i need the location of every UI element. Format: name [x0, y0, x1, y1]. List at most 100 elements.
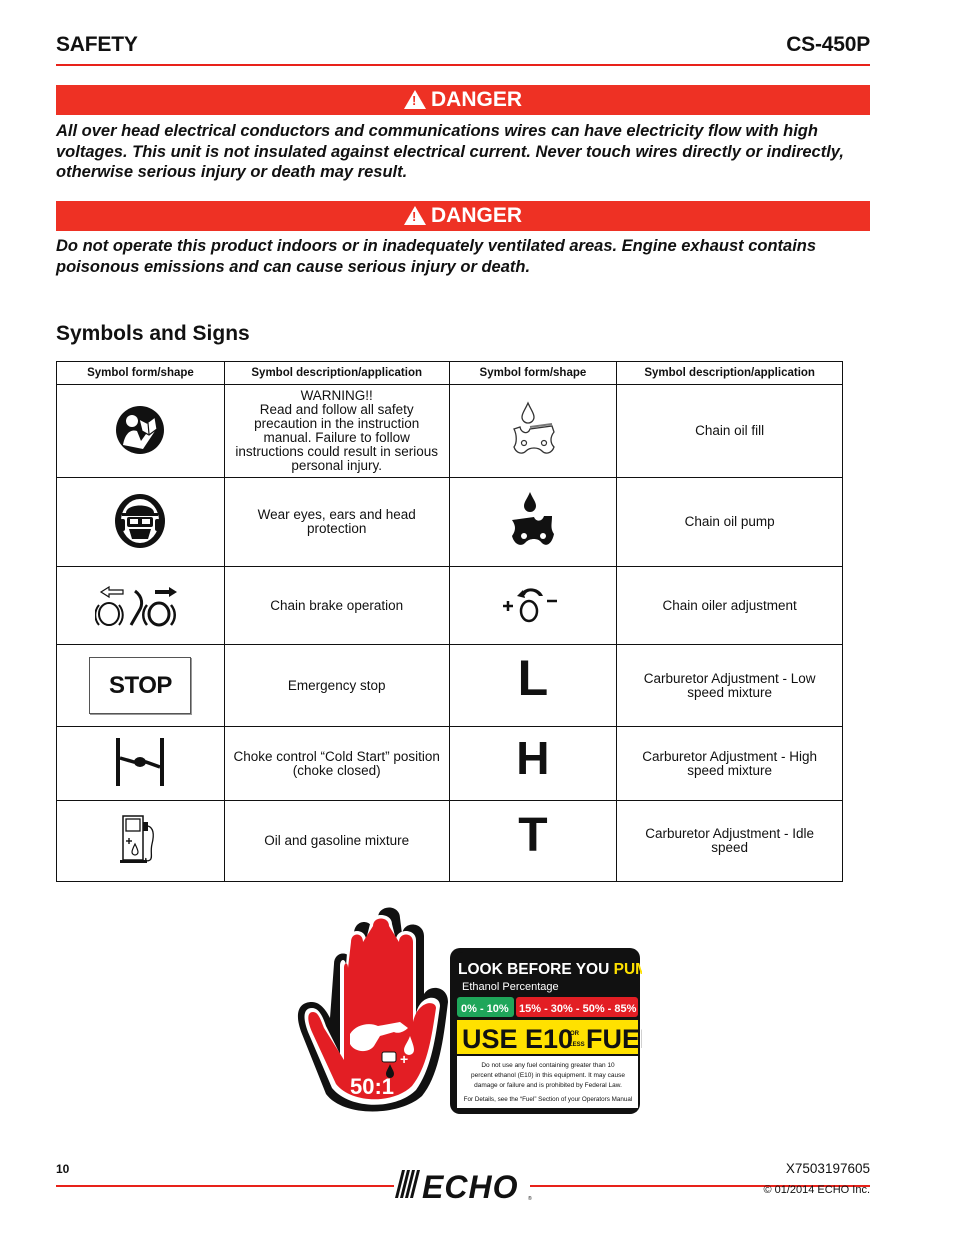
- description-line: speed: [711, 840, 749, 855]
- chain-brake-icon: [95, 585, 178, 627]
- symbol-cell: [56, 477, 225, 567]
- head-protection-icon: [115, 493, 166, 548]
- choke-icon: [116, 738, 165, 786]
- column-header: Symbol form/shape: [56, 361, 225, 385]
- symbol-cell: [448, 477, 618, 567]
- bad-range: 15% - 30% - 50% - 85%: [519, 1003, 637, 1015]
- brand-name: ECHO: [422, 1169, 518, 1202]
- letter-l-icon: L: [517, 649, 549, 706]
- letter-t-icon: T: [518, 809, 548, 862]
- description-cell: Oil and gasoline mixture: [223, 800, 450, 882]
- description-line: Chain oil fill: [695, 423, 765, 438]
- echo-logo: ECHO ®: [395, 1169, 532, 1202]
- stop-icon: STOP: [89, 657, 192, 714]
- description-line: Wear eyes, ears and head: [257, 507, 416, 522]
- danger-banner: DANGER: [56, 201, 870, 231]
- description-line: (choke closed): [292, 762, 381, 778]
- footer-divider: [56, 1185, 394, 1187]
- danger-message: All over head electrical conductors and …: [56, 122, 844, 181]
- mix-ratio: 50:1: [350, 1074, 394, 1099]
- label-headline: LOOK BEFORE YOU PUMP!: [458, 961, 642, 978]
- description-cell: Choke control “Cold Start” position (cho…: [223, 726, 450, 801]
- danger-label: DANGER: [430, 88, 522, 111]
- section-title: SAFETY: [56, 33, 138, 56]
- description-cell: Wear eyes, ears and head protection: [223, 477, 450, 567]
- symbol-cell: [56, 726, 225, 801]
- description-cell: WARNING!! Read and follow all safety pre…: [223, 384, 450, 478]
- header-divider: [56, 64, 870, 66]
- danger-message: Do not operate this product indoors or i…: [56, 237, 817, 276]
- details-line: For Details, see the “Fuel” Section of y…: [464, 1096, 633, 1103]
- oiler-adjustment-icon: [502, 588, 557, 623]
- description-cell: Carburetor Adjustment - Idle speed: [616, 800, 843, 882]
- description-line: Carburetor Adjustment - Low: [643, 670, 816, 686]
- description-cell: Carburetor Adjustment - High speed mixtu…: [616, 726, 843, 801]
- description-line: Oil and gasoline mixture: [264, 833, 410, 848]
- description-line: instructions could result in serious: [235, 444, 438, 459]
- warning-triangle-icon: [403, 205, 426, 225]
- description-cell: Carburetor Adjustment - Low speed mixtur…: [616, 644, 843, 727]
- warning-triangle-icon: [403, 89, 426, 109]
- description-cell: Chain brake operation: [223, 566, 450, 645]
- danger-label: DANGER: [430, 204, 522, 227]
- description-cell: Chain oil pump: [616, 477, 843, 567]
- symbol-cell: [56, 384, 225, 478]
- description-cell: Chain oiler adjustment: [616, 566, 843, 645]
- description-line: Carburetor Adjustment - Idle: [645, 826, 815, 841]
- table-header-row: Symbol form/shape Symbol description/app…: [56, 361, 843, 385]
- fuel-text: FUEL: [586, 1024, 642, 1054]
- chain-oil-fill-icon: [512, 400, 555, 454]
- use-e10-text: USE E10: [462, 1024, 573, 1054]
- description-line: personal injury.: [291, 458, 382, 473]
- description-line: Emergency stop: [287, 677, 386, 693]
- description-cell: Chain oil fill: [616, 384, 843, 478]
- page-number: 10: [56, 1162, 70, 1176]
- column-header: Symbol description/application: [616, 361, 843, 385]
- column-header: Symbol description/application: [223, 361, 450, 385]
- table-row: WARNING!! Read and follow all safety pre…: [56, 384, 843, 478]
- description-line: Chain oiler adjustment: [662, 597, 797, 613]
- less-text: LESS: [569, 1042, 585, 1048]
- table-row: Chain brake operation Chain oiler adjust…: [56, 566, 843, 645]
- ethanol-info-panel: LOOK BEFORE YOU PUMP! Ethanol Percentage…: [450, 948, 642, 1114]
- description-line: speed mixture: [687, 762, 773, 778]
- letter-h-icon: H: [516, 731, 550, 784]
- description-line: Chain brake operation: [270, 597, 404, 613]
- description-line: Carburetor Adjustment - High: [642, 748, 818, 764]
- model-number: CS-450P: [786, 33, 870, 56]
- fuel-warning-label: + 50:1 LOOK BEFORE YOU PUMP! Ethanol Per…: [297, 907, 642, 1114]
- notice-line: Do not use any fuel containing greater t…: [481, 1062, 615, 1069]
- symbol-cell: STOP: [56, 644, 225, 727]
- danger-banner: DANGER: [56, 85, 870, 115]
- table-row: Choke control “Cold Start” position (cho…: [56, 726, 843, 801]
- symbols-heading: Symbols and Signs: [56, 322, 250, 345]
- description-line: Choke control “Cold Start” position: [233, 748, 440, 764]
- description-line: protection: [307, 521, 367, 536]
- copyright: © 01/2014 ECHO Inc.: [763, 1184, 870, 1196]
- notice-line: damage or failure and is prohibited by F…: [474, 1082, 622, 1089]
- symbol-cell: [448, 566, 618, 645]
- svg-text:+: +: [400, 1051, 408, 1067]
- or-text: OR: [570, 1031, 580, 1037]
- symbol-cell: [56, 566, 225, 645]
- table-row: Oil and gasoline mixture T Carburetor Ad…: [56, 800, 843, 882]
- label-subhead: Ethanol Percentage: [462, 981, 559, 993]
- symbol-cell: T: [448, 800, 618, 882]
- description-line: WARNING!!: [300, 388, 373, 403]
- symbol-cell: [448, 384, 618, 478]
- chain-oil-pump-icon: [511, 491, 554, 545]
- description-cell: Emergency stop: [223, 644, 450, 727]
- table-row: STOP Emergency stop L Carburetor Adjustm…: [56, 644, 843, 727]
- notice-line: percent ethanol (E10) in this equipment.…: [471, 1072, 625, 1079]
- symbol-cell: L: [448, 644, 618, 727]
- stop-hand-icon: + 50:1: [297, 907, 448, 1112]
- table-row: Wear eyes, ears and head protection Chai…: [56, 477, 843, 567]
- svg-text:®: ®: [528, 1195, 532, 1202]
- read-manual-icon: [116, 405, 165, 454]
- fuel-pump-icon: [120, 814, 155, 863]
- symbol-cell: [56, 800, 225, 882]
- column-header: Symbol form/shape: [448, 361, 618, 385]
- document-code: X7503197605: [785, 1161, 870, 1176]
- page-header: SAFETY CS-450P: [56, 33, 870, 63]
- ok-range: 0% - 10%: [461, 1003, 509, 1015]
